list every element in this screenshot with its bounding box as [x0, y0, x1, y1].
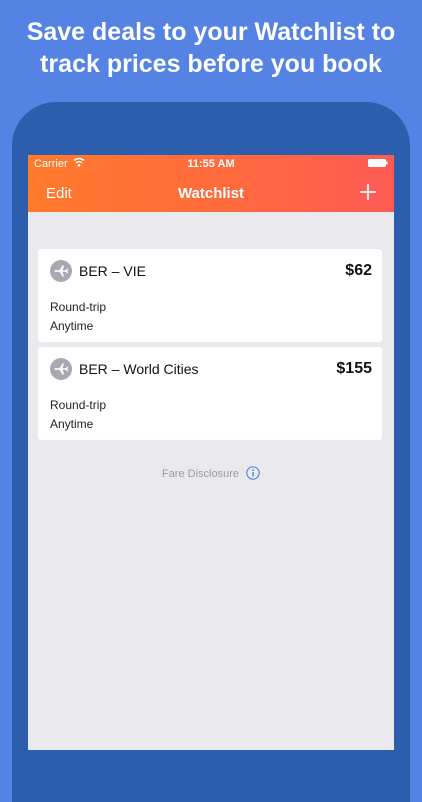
plus-icon: [360, 184, 376, 200]
travel-period-label: Anytime: [50, 417, 94, 431]
travel-period-label: Anytime: [50, 319, 94, 333]
airplane-icon: [50, 358, 72, 380]
watchlist-card[interactable]: BER – World Cities $155 Round-trip Anyti…: [38, 347, 382, 440]
watchlist-card[interactable]: BER – VIE $62 Round-trip Anytime: [38, 249, 382, 342]
promo-line-1: Save deals to your Watchlist to: [26, 18, 396, 46]
promo-line-2: track prices before you book: [40, 50, 382, 78]
add-button[interactable]: [358, 182, 378, 202]
info-icon[interactable]: [246, 466, 260, 480]
trip-type-label: Round-trip: [50, 300, 107, 314]
app-screen: Carrier 11:55 AM Edit Watchlist BER – VI…: [28, 155, 394, 750]
fare-disclosure-link[interactable]: Fare Disclosure: [28, 466, 394, 480]
nav-title: Watchlist: [177, 185, 245, 202]
route-label: BER – VIE: [79, 263, 146, 279]
price-label: $155: [336, 360, 372, 377]
route-label: BER – World Cities: [79, 361, 199, 377]
battery-icon: [368, 159, 388, 167]
status-bar: Carrier 11:55 AM: [28, 155, 394, 173]
fare-disclosure-label: Fare Disclosure: [161, 468, 239, 480]
airplane-icon: [50, 260, 72, 282]
trip-type-label: Round-trip: [50, 398, 107, 412]
promo-headline: Save deals to your Watchlist to track pr…: [0, 16, 422, 80]
navigation-bar: Carrier 11:55 AM Edit Watchlist: [28, 155, 394, 212]
status-time: 11:55 AM: [187, 158, 235, 170]
price-label: $62: [345, 262, 372, 279]
